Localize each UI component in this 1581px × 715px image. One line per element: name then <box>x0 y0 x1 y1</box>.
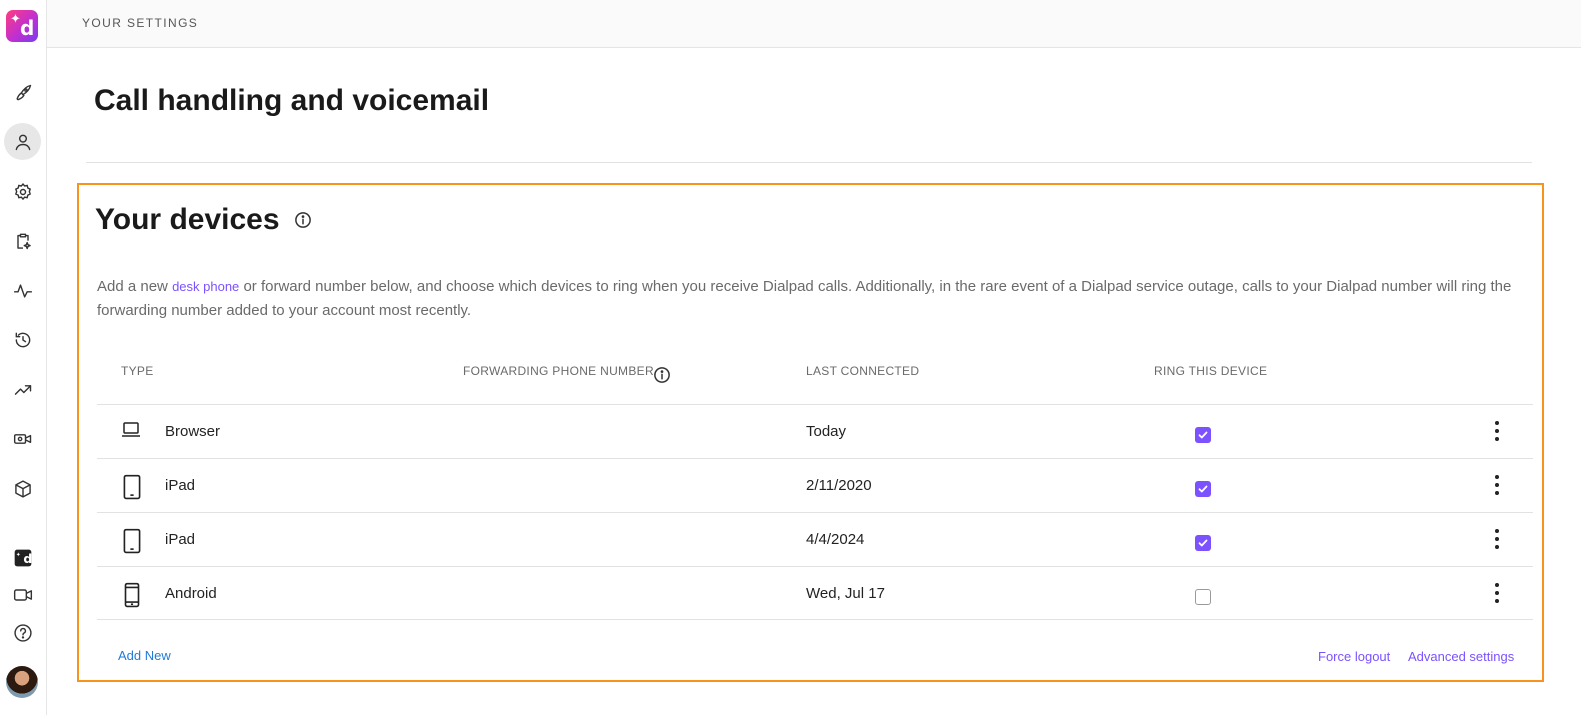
desk-phone-link[interactable]: desk phone <box>172 279 239 294</box>
table-row: Browser Today <box>97 404 1533 458</box>
left-rail: ✦ d d ✦ <box>0 0 47 715</box>
tablet-icon <box>119 474 145 500</box>
devices-description: Add a new desk phone or forward number b… <box>97 278 1512 319</box>
more-options-icon[interactable] <box>1487 581 1507 605</box>
activity-icon[interactable] <box>4 272 41 309</box>
help-icon[interactable] <box>4 614 41 651</box>
info-icon[interactable] <box>294 211 312 229</box>
last-connected: Wed, Jul 17 <box>806 585 885 602</box>
last-connected: Today <box>806 423 847 440</box>
dialpad-logo[interactable]: ✦ d <box>6 10 38 42</box>
dialpad-app-icon[interactable]: d ✦ <box>4 539 41 576</box>
table-row: iPad 2/11/2020 <box>97 458 1533 512</box>
advanced-settings-link[interactable]: Advanced settings <box>1408 649 1514 664</box>
page-title: Call handling and voicemail <box>94 84 490 117</box>
breadcrumb: YOUR SETTINGS <box>82 16 199 30</box>
forwarding-info-icon[interactable] <box>653 366 671 384</box>
device-type: iPad <box>165 531 196 548</box>
device-type: Android <box>165 585 217 602</box>
table-row: Android Wed, Jul 17 <box>97 566 1533 620</box>
ring-checkbox[interactable] <box>1195 427 1211 443</box>
ring-checkbox[interactable] <box>1195 535 1211 551</box>
column-header-forwarding: FORWARDING PHONE NUMBER <box>463 364 654 378</box>
rocket-icon[interactable] <box>4 74 41 111</box>
last-connected: 2/11/2020 <box>806 477 872 494</box>
device-type: iPad <box>165 477 196 494</box>
device-type: Browser <box>165 423 221 440</box>
tablet-icon <box>119 528 145 554</box>
devices-title: Your devices <box>95 203 280 236</box>
force-logout-link[interactable]: Force logout <box>1318 649 1390 664</box>
more-options-icon[interactable] <box>1487 419 1507 443</box>
ring-checkbox[interactable] <box>1195 589 1211 605</box>
mobile-phone-icon <box>119 582 145 608</box>
table-row: iPad 4/4/2024 <box>97 512 1533 566</box>
devices-section: Your devices Add a new desk phone or for… <box>77 183 1544 682</box>
divider <box>86 162 1532 163</box>
laptop-icon <box>119 420 145 446</box>
ring-checkbox[interactable] <box>1195 481 1211 497</box>
trending-icon[interactable] <box>4 371 41 408</box>
gear-icon[interactable] <box>4 173 41 210</box>
video-camera-settings-icon[interactable] <box>4 420 41 457</box>
add-new-link[interactable]: Add New <box>118 648 171 663</box>
column-header-ring: RING THIS DEVICE <box>1154 364 1268 378</box>
column-header-type: TYPE <box>121 364 154 378</box>
more-options-icon[interactable] <box>1487 527 1507 551</box>
video-icon[interactable] <box>4 576 41 613</box>
top-bar: YOUR SETTINGS <box>47 0 1581 48</box>
avatar[interactable] <box>6 666 38 698</box>
svg-text:d: d <box>23 551 32 566</box>
history-icon[interactable] <box>4 321 41 358</box>
user-icon[interactable] <box>4 123 41 160</box>
svg-text:✦: ✦ <box>15 551 20 558</box>
clipboard-sparkle-icon[interactable] <box>4 222 41 259</box>
cube-icon[interactable] <box>4 470 41 507</box>
last-connected: 4/4/2024 <box>806 531 865 548</box>
more-options-icon[interactable] <box>1487 473 1507 497</box>
column-header-last-connected: LAST CONNECTED <box>806 364 920 378</box>
